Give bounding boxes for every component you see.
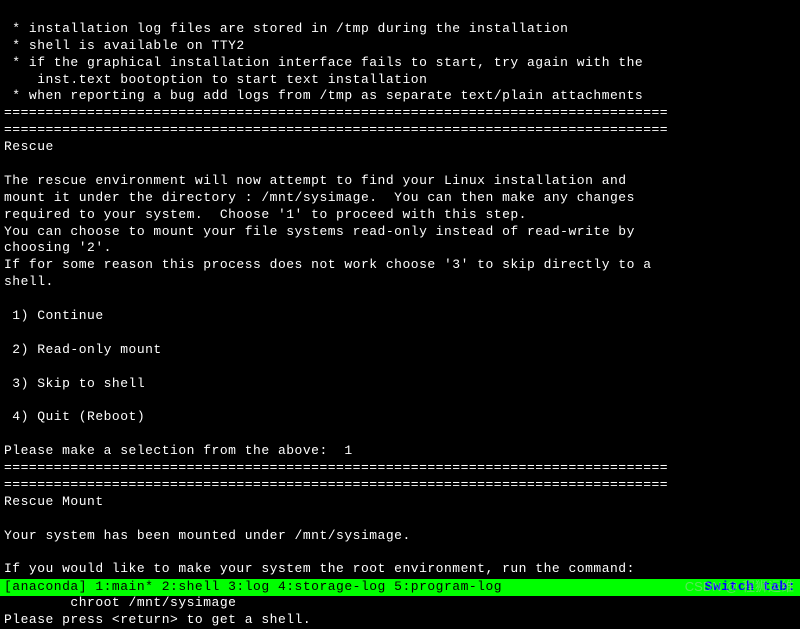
rescue-body-line: mount it under the directory : /mnt/sysi… — [4, 190, 635, 205]
mount-body-line: Please press <return> to get a shell. — [4, 612, 311, 627]
separator-line: ========================================… — [4, 460, 668, 475]
rescue-body-line: If for some reason this process does not… — [4, 257, 652, 272]
rescue-body-line: You can choose to mount your file system… — [4, 224, 635, 239]
option-skip-to-shell[interactable]: 3) Skip to shell — [4, 376, 145, 391]
intro-line: * if the graphical installation interfac… — [4, 55, 643, 70]
separator-line: ========================================… — [4, 122, 668, 137]
mount-body-line: Your system has been mounted under /mnt/… — [4, 528, 411, 543]
rescue-body-line: shell. — [4, 274, 54, 289]
option-continue[interactable]: 1) Continue — [4, 308, 104, 323]
option-readonly-mount[interactable]: 2) Read-only mount — [4, 342, 162, 357]
intro-line: * when reporting a bug add logs from /tm… — [4, 88, 643, 103]
terminal-output: * installation log files are stored in /… — [0, 0, 800, 629]
watermark: CSDN @ 程狮运维 — [685, 579, 794, 596]
selection-prompt: Please make a selection from the above: — [4, 443, 344, 458]
status-bar: [anaconda] 1:main* 2:shell 3:log 4:stora… — [0, 579, 800, 596]
intro-line: * installation log files are stored in /… — [4, 21, 569, 36]
mount-body-line: If you would like to make your system th… — [4, 561, 635, 576]
status-tabs[interactable]: [anaconda] 1:main* 2:shell 3:log 4:stora… — [4, 579, 502, 596]
mount-body-line: chroot /mnt/sysimage — [4, 595, 236, 610]
rescue-mount-header: Rescue Mount — [4, 494, 104, 509]
intro-line: inst.text bootoption to start text insta… — [4, 72, 427, 87]
intro-line: * shell is available on TTY2 — [4, 38, 245, 53]
separator-line: ========================================… — [4, 105, 668, 120]
rescue-body-line: choosing '2'. — [4, 240, 112, 255]
rescue-body-line: The rescue environment will now attempt … — [4, 173, 627, 188]
selection-input[interactable]: 1 — [344, 443, 352, 458]
rescue-header: Rescue — [4, 139, 54, 154]
option-quit-reboot[interactable]: 4) Quit (Reboot) — [4, 409, 145, 424]
rescue-body-line: required to your system. Choose '1' to p… — [4, 207, 527, 222]
separator-line: ========================================… — [4, 477, 668, 492]
